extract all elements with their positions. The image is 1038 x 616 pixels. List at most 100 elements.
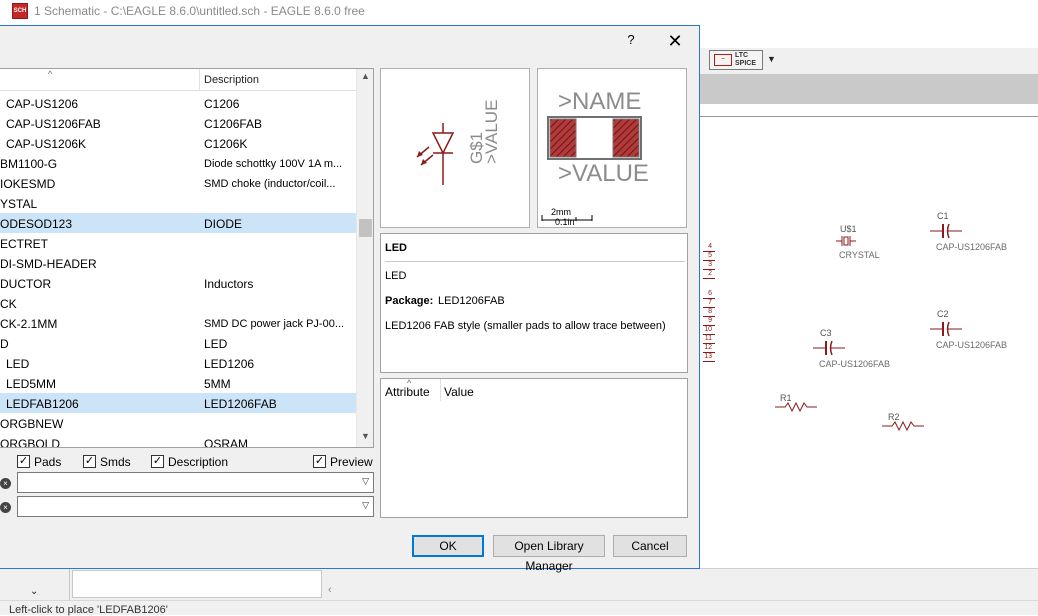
scale-in-label: 0.1in [555, 217, 575, 227]
add-part-dialog: ? ✕ ^ Description CAP-US1206 C1206 CAP-US… [0, 25, 700, 573]
help-button[interactable]: ? [622, 32, 640, 52]
capacitor-c3-icon [813, 340, 845, 356]
cancel-button[interactable]: Cancel [613, 535, 687, 557]
list-item[interactable]: DI-SMD-HEADER [0, 253, 356, 273]
part-list[interactable]: ^ Description CAP-US1206 C1206 CAP-US1206… [0, 68, 374, 448]
description-label: Description [168, 455, 229, 469]
pin-line [703, 278, 715, 279]
part-description: Diode schottky 100V 1A m... [204, 158, 343, 170]
list-item[interactable]: CAP-US1206FAB C1206FAB [0, 113, 356, 133]
part-ref-c2: C2 [937, 309, 949, 319]
part-name: CK [0, 297, 17, 311]
part-ref-c3: C3 [820, 328, 832, 338]
pads-checkbox[interactable]: ✓ [17, 455, 30, 468]
list-item[interactable]: YSTAL [0, 193, 356, 213]
pin-number: 7 [708, 299, 712, 306]
part-name: ORGBOLD [0, 437, 61, 448]
part-name: CAP-US1206K [6, 137, 87, 151]
column-divider[interactable] [440, 379, 441, 401]
capacitor-c1-icon [930, 223, 962, 239]
scroll-thumb[interactable] [359, 219, 372, 237]
part-title: LED [385, 242, 407, 254]
pin-number: 11 [704, 335, 712, 342]
open-library-manager-button[interactable]: Open Library Manager [493, 535, 605, 573]
led-symbol-icon [416, 123, 455, 185]
part-description: DIODE [204, 217, 243, 231]
eagle-app-icon: SCH [12, 3, 28, 19]
list-item[interactable]: LED5MM 5MM [0, 373, 356, 393]
part-name: ECTRET [0, 237, 48, 251]
list-item[interactable]: CAP-US1206K C1206K [0, 133, 356, 153]
preview-checkbox[interactable]: ✓ [313, 455, 326, 468]
package-label: Package: [385, 295, 434, 307]
part-description: LED1206FAB [204, 397, 277, 411]
list-item[interactable]: D LED [0, 333, 356, 353]
list-item[interactable]: ORGBOLD OSRAM [0, 433, 356, 448]
part-info-panel: LED LED Package: LED1206FAB LED1206 FAB … [380, 233, 688, 373]
part-description: LED1206 [204, 357, 255, 371]
scroll-up-icon[interactable]: ▲ [357, 71, 373, 85]
ltspice-button[interactable]: ~ LTC SPICE [709, 50, 763, 70]
part-name: LED5MM [6, 377, 57, 391]
ltspice-dropdown-icon[interactable]: ▼ [767, 54, 777, 66]
part-name: YSTAL [0, 197, 38, 211]
expand-chevron-icon[interactable]: ⌄ [30, 586, 38, 597]
close-button[interactable]: ✕ [664, 31, 686, 53]
package-detail-text: LED1206 FAB style (smaller pads to allow… [385, 320, 666, 332]
pin-number: 2 [708, 270, 712, 277]
list-item[interactable]: CK [0, 293, 356, 313]
clear-search-icon[interactable]: × [0, 478, 11, 489]
list-item[interactable]: LED LED1206 [0, 353, 356, 373]
list-item[interactable]: CK-2.1MM SMD DC power jack PJ-00... [0, 313, 356, 333]
ok-button[interactable]: OK [412, 535, 484, 557]
filter-combo[interactable]: ▽ [17, 496, 374, 517]
crystal-symbol-icon [836, 236, 856, 246]
list-item[interactable]: ODESOD123 DIODE [0, 213, 356, 233]
list-item[interactable]: LEDFAB1206 LED1206FAB [0, 393, 356, 413]
column-header-value[interactable]: Value [444, 385, 474, 399]
command-line-input[interactable] [72, 570, 322, 598]
sort-ascending-icon[interactable]: ^ [407, 378, 411, 388]
chevron-down-icon[interactable]: ▽ [362, 500, 369, 511]
pin-number: 6 [708, 290, 712, 297]
column-header-description[interactable]: Description [204, 74, 259, 86]
pin-number: 10 [704, 326, 712, 333]
list-item[interactable]: ORGBNEW [0, 413, 356, 433]
pin-number: 5 [708, 252, 712, 259]
schematic-canvas[interactable] [699, 24, 1038, 584]
part-name: DUCTOR [0, 277, 52, 291]
sort-ascending-icon[interactable]: ^ [48, 69, 52, 79]
list-item[interactable]: CAP-US1206 C1206 [0, 93, 356, 113]
part-description: Inductors [204, 277, 254, 291]
package-value-label: >VALUE [558, 160, 649, 187]
list-item[interactable]: IOKESMD SMD choke (inductor/coil... [0, 173, 356, 193]
part-name: DI-SMD-HEADER [0, 257, 97, 271]
part-description: 5MM [204, 377, 231, 391]
part-name: ODESOD123 [0, 217, 73, 231]
pin-number: 4 [708, 243, 712, 250]
list-item[interactable]: DUCTOR Inductors [0, 273, 356, 293]
scroll-down-icon[interactable]: ▼ [357, 431, 373, 445]
clear-filter-icon[interactable]: × [0, 502, 11, 513]
part-description: LED [204, 337, 228, 351]
list-item[interactable]: BM1100-G Diode schottky 100V 1A m... [0, 153, 356, 173]
pin-number: 8 [708, 308, 712, 315]
scroll-left-icon[interactable]: ‹ [328, 584, 332, 596]
list-item[interactable]: ECTRET [0, 233, 356, 253]
search-combo[interactable]: ▽ [17, 472, 374, 493]
part-name: LED [6, 357, 30, 371]
attributes-table[interactable]: Attribute ^ Value [380, 378, 688, 518]
column-divider[interactable] [199, 69, 200, 91]
part-value-c1: CAP-US1206FAB [936, 242, 1008, 252]
pin-number: 12 [704, 344, 712, 351]
part-value-u1: CRYSTAL [839, 250, 880, 260]
smd-pads-icon [547, 116, 642, 160]
description-checkbox[interactable]: ✓ [151, 455, 164, 468]
list-scrollbar[interactable]: ▲ ▼ [356, 69, 373, 447]
ltspice-logo-icon: ~ [714, 54, 732, 66]
smds-checkbox[interactable]: ✓ [83, 455, 96, 468]
part-name: CAP-US1206 [6, 97, 79, 111]
chevron-down-icon[interactable]: ▽ [362, 476, 369, 487]
part-description: C1206FAB [204, 117, 263, 131]
ltspice-label: LTC SPICE [735, 52, 757, 67]
